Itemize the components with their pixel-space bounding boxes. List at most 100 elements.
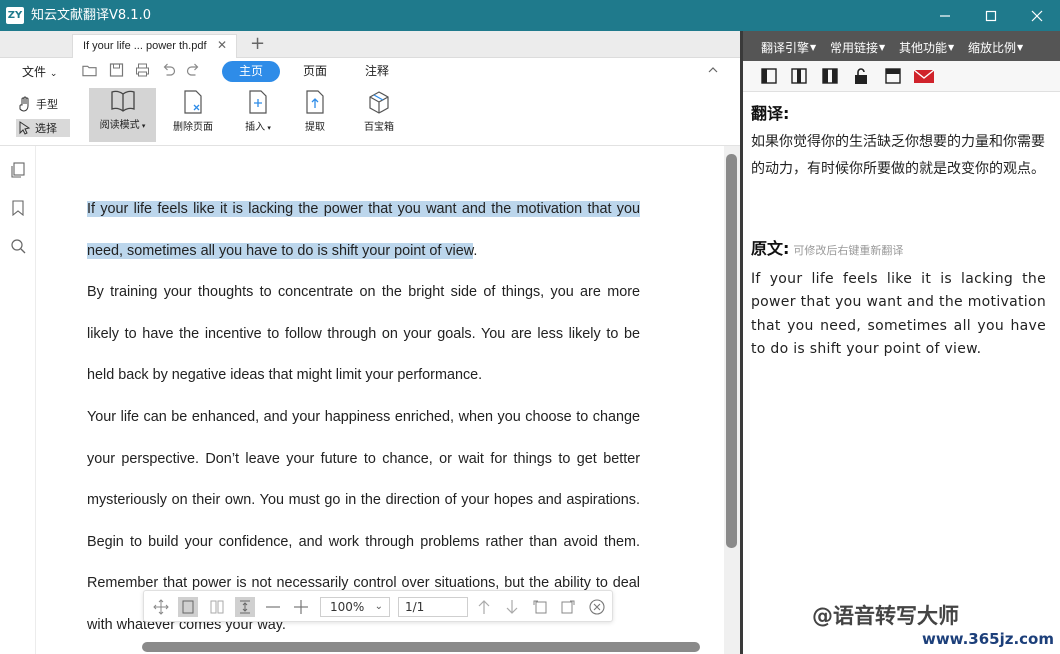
watermark-line-1: @语音转写大师	[812, 604, 959, 628]
insert-page-icon	[249, 90, 267, 114]
file-menu[interactable]: 文件 ⌄	[22, 63, 57, 80]
read-mode-label: 阅读模式	[99, 120, 140, 131]
single-page-icon	[182, 600, 194, 614]
menu-other-functions[interactable]: 其他功能▼	[899, 39, 954, 56]
zoom-in-icon[interactable]	[293, 599, 309, 615]
delete-page-button[interactable]: 删除页面	[170, 88, 216, 142]
ribbon-toolbar: 文件 ⌄ 主页 页面 注释 手型 选择 阅读模式 ▾ 删除页面 插入 ▾ 提取 …	[0, 58, 740, 146]
vertical-scrollbar[interactable]	[726, 154, 737, 548]
pages-icon[interactable]	[10, 162, 26, 178]
fit-height-icon	[240, 600, 250, 614]
caret-down-icon: ▼	[879, 43, 886, 52]
layout-split-icon[interactable]	[821, 67, 839, 85]
delete-page-icon	[184, 90, 202, 114]
menu-common-links[interactable]: 常用链接▼	[830, 39, 885, 56]
insert-label: 插入	[245, 122, 266, 133]
open-book-icon	[110, 90, 135, 112]
collapse-ribbon-button[interactable]	[708, 62, 718, 76]
add-tab-button[interactable]: +	[250, 34, 265, 54]
pdf-page[interactable]: If your life feels like it is lacking th…	[36, 146, 724, 654]
document-tab-label: If your life ... power th.pdf	[83, 40, 207, 52]
zoom-out-icon[interactable]	[265, 599, 281, 615]
redo-icon[interactable]	[186, 63, 201, 77]
document-viewport[interactable]: If your life feels like it is lacking th…	[36, 146, 740, 654]
bookmark-icon[interactable]	[10, 200, 26, 216]
translation-menu-bar: 翻译引擎▼ 常用链接▼ 其他功能▼ 缩放比例▼	[743, 31, 1060, 61]
menu-zoom-ratio-label: 缩放比例	[968, 41, 1017, 55]
menu-translation-engine[interactable]: 翻译引擎▼	[761, 39, 816, 56]
chevron-down-icon: ⌄	[49, 69, 58, 79]
next-page-icon[interactable]	[504, 599, 520, 615]
menu-common-links-label: 常用链接	[830, 41, 879, 55]
selected-text[interactable]: If your life feels like it is lacking th…	[87, 201, 640, 259]
select-tool-button[interactable]: 选择	[16, 119, 70, 137]
read-mode-button[interactable]: 阅读模式 ▾	[89, 88, 156, 142]
tab-annotation[interactable]: 注释	[358, 61, 396, 82]
rotate-right-icon[interactable]	[560, 599, 576, 615]
save-icon[interactable]	[109, 63, 124, 77]
zoom-level-select[interactable]: 100% ⌄	[320, 597, 390, 617]
hand-tool-label: 手型	[36, 98, 58, 111]
tab-page[interactable]: 页面	[296, 61, 334, 82]
caret-down-icon: ▾	[265, 124, 271, 132]
close-toolbar-icon[interactable]	[589, 599, 605, 615]
search-icon[interactable]	[10, 238, 26, 254]
rotate-left-icon[interactable]	[532, 599, 548, 615]
source-edit-hint: 可修改后右键重新翻译	[793, 244, 904, 257]
previous-page-icon[interactable]	[476, 599, 492, 615]
title-bar: ZY 知云文献翻译V8.1.0	[0, 0, 1060, 31]
minimize-icon	[940, 14, 950, 17]
toolbox-button[interactable]: 百宝箱	[360, 88, 398, 142]
select-tool-label: 选择	[35, 122, 57, 135]
hand-icon	[19, 96, 29, 112]
two-page-icon[interactable]	[209, 599, 225, 615]
translation-text[interactable]: 如果你觉得你的生活缺乏你想要的力量和你需要的动力，有时候你所要做的就是改变你的观…	[751, 129, 1048, 182]
layout-center-icon[interactable]	[790, 67, 808, 85]
app-title: 知云文献翻译V8.1.0	[31, 8, 151, 23]
maximize-icon	[985, 10, 997, 21]
minimize-button[interactable]	[922, 0, 968, 31]
close-window-button[interactable]	[1014, 0, 1060, 31]
unlock-icon[interactable]	[852, 67, 870, 85]
toolbox-icon	[369, 91, 389, 114]
tab-close-icon[interactable]: ✕	[217, 38, 227, 52]
toolbox-label: 百宝箱	[364, 122, 394, 133]
extract-page-icon	[306, 90, 324, 114]
app-window: ZY 知云文献翻译V8.1.0 If your life ... power t…	[0, 0, 1060, 654]
source-text-editor[interactable]: If your life feels like it is lacking th…	[751, 268, 1046, 361]
maximize-button[interactable]	[968, 0, 1014, 31]
horizontal-scrollbar[interactable]	[142, 642, 700, 652]
open-folder-icon[interactable]	[82, 63, 97, 77]
caret-down-icon: ▼	[1017, 43, 1024, 52]
document-tab[interactable]: If your life ... power th.pdf ✕	[72, 34, 237, 58]
extract-button[interactable]: 提取	[298, 88, 332, 142]
caret-down-icon: ▾	[139, 122, 146, 130]
mail-icon[interactable]	[913, 67, 935, 85]
source-heading: 原文: 可修改后右键重新翻译	[751, 235, 903, 259]
cursor-icon	[19, 121, 31, 135]
print-icon[interactable]	[135, 63, 150, 77]
page-number-input[interactable]: 1/1	[398, 597, 468, 617]
paragraph-1[interactable]: If your life feels like it is lacking th…	[87, 189, 640, 272]
tab-home[interactable]: 主页	[222, 61, 280, 82]
delete-page-label: 删除页面	[173, 122, 213, 133]
hand-tool-button[interactable]: 手型	[18, 96, 58, 112]
chevron-down-icon: ⌄	[374, 601, 383, 612]
move-icon[interactable]	[153, 599, 169, 615]
fit-height-button[interactable]	[235, 597, 255, 617]
insert-button[interactable]: 插入 ▾	[238, 88, 278, 142]
translation-toolbar	[743, 61, 1060, 92]
layout-left-icon[interactable]	[760, 67, 778, 85]
window-top-icon[interactable]	[884, 67, 902, 85]
page-navigation-toolbar: 100% ⌄ 1/1	[143, 590, 613, 622]
caret-down-icon: ▼	[948, 43, 955, 52]
menu-translation-engine-label: 翻译引擎	[761, 41, 810, 55]
paragraph-2[interactable]: By training your thoughts to concentrate…	[87, 272, 640, 397]
translation-panel: 翻译: 如果你觉得你的生活缺乏你想要的力量和你需要的动力，有时候你所要做的就是改…	[743, 93, 1060, 654]
menu-zoom-ratio[interactable]: 缩放比例▼	[968, 39, 1023, 56]
file-menu-label: 文件	[22, 65, 47, 79]
single-page-view-button[interactable]	[178, 597, 198, 617]
undo-icon[interactable]	[161, 63, 176, 77]
paragraph-1-tail: .	[473, 242, 478, 259]
source-heading-label: 原文:	[751, 239, 790, 258]
